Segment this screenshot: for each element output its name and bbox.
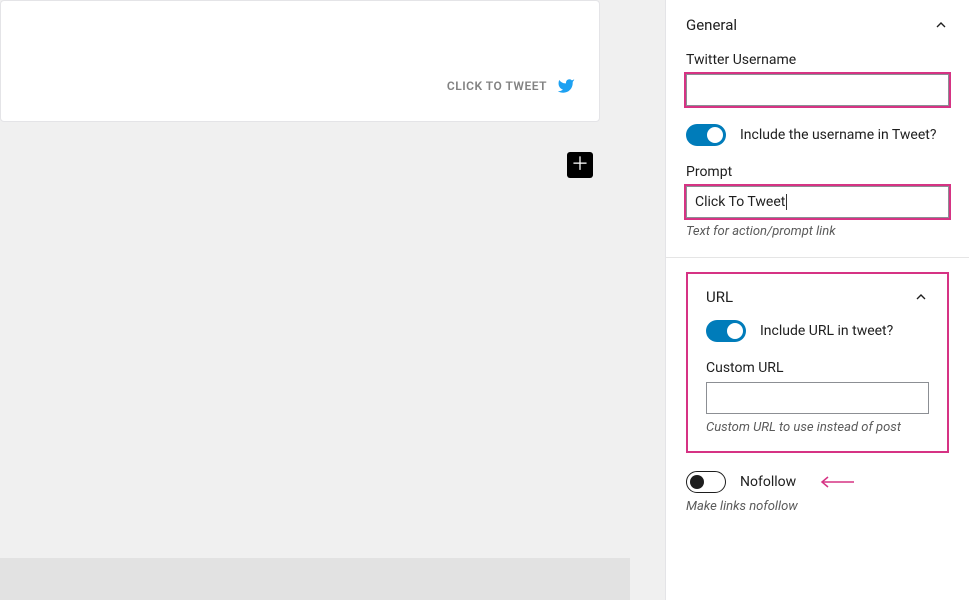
panel-general-header[interactable]: General [686,16,949,34]
prompt-input[interactable]: Click To Tweet [686,186,949,218]
nofollow-toggle-row: Nofollow [686,471,949,493]
panel-url-highlight-box: URL Include URL in tweet? Custom URL Cus… [686,272,949,453]
chevron-up-icon [933,17,949,33]
nofollow-label: Nofollow [740,474,796,490]
nofollow-section: Nofollow Make links nofollow [666,453,969,514]
twitter-username-input[interactable] [686,74,949,106]
click-to-tweet-link[interactable]: CLICK TO TWEET [447,77,577,95]
prompt-help: Text for action/prompt link [686,224,949,239]
text-caret [786,194,787,210]
custom-url-label: Custom URL [706,360,929,376]
custom-url-help: Custom URL to use instead of post [706,420,929,435]
panel-general-title: General [686,16,737,34]
include-url-label: Include URL in tweet? [760,323,893,339]
nofollow-help: Make links nofollow [686,499,949,514]
custom-url-input[interactable] [706,382,929,414]
editor-canvas[interactable]: CLICK TO TWEET ＋ [0,0,665,600]
click-to-tweet-block[interactable]: CLICK TO TWEET [0,0,600,122]
twitter-username-label: Twitter Username [686,52,949,68]
nofollow-toggle[interactable] [686,471,726,493]
chevron-up-icon [913,289,929,305]
panel-general: General Twitter Username Include the use… [666,0,969,258]
twitter-bird-icon [555,77,577,95]
include-username-toggle-row: Include the username in Tweet? [686,124,949,146]
prompt-label: Prompt [686,164,949,180]
click-to-tweet-label: CLICK TO TWEET [447,79,547,93]
include-username-toggle[interactable] [686,124,726,146]
settings-sidebar: General Twitter Username Include the use… [665,0,969,600]
panel-url-title: URL [706,288,733,306]
include-url-toggle[interactable] [706,320,746,342]
editor-bottom-band [0,558,630,600]
plus-icon: ＋ [571,156,589,174]
panel-url: URL Include URL in tweet? Custom URL Cus… [666,258,969,453]
annotation-arrow-icon [820,476,854,488]
add-block-button[interactable]: ＋ [567,152,593,178]
panel-url-header[interactable]: URL [706,288,929,306]
include-url-toggle-row: Include URL in tweet? [706,320,929,342]
include-username-label: Include the username in Tweet? [740,127,936,143]
